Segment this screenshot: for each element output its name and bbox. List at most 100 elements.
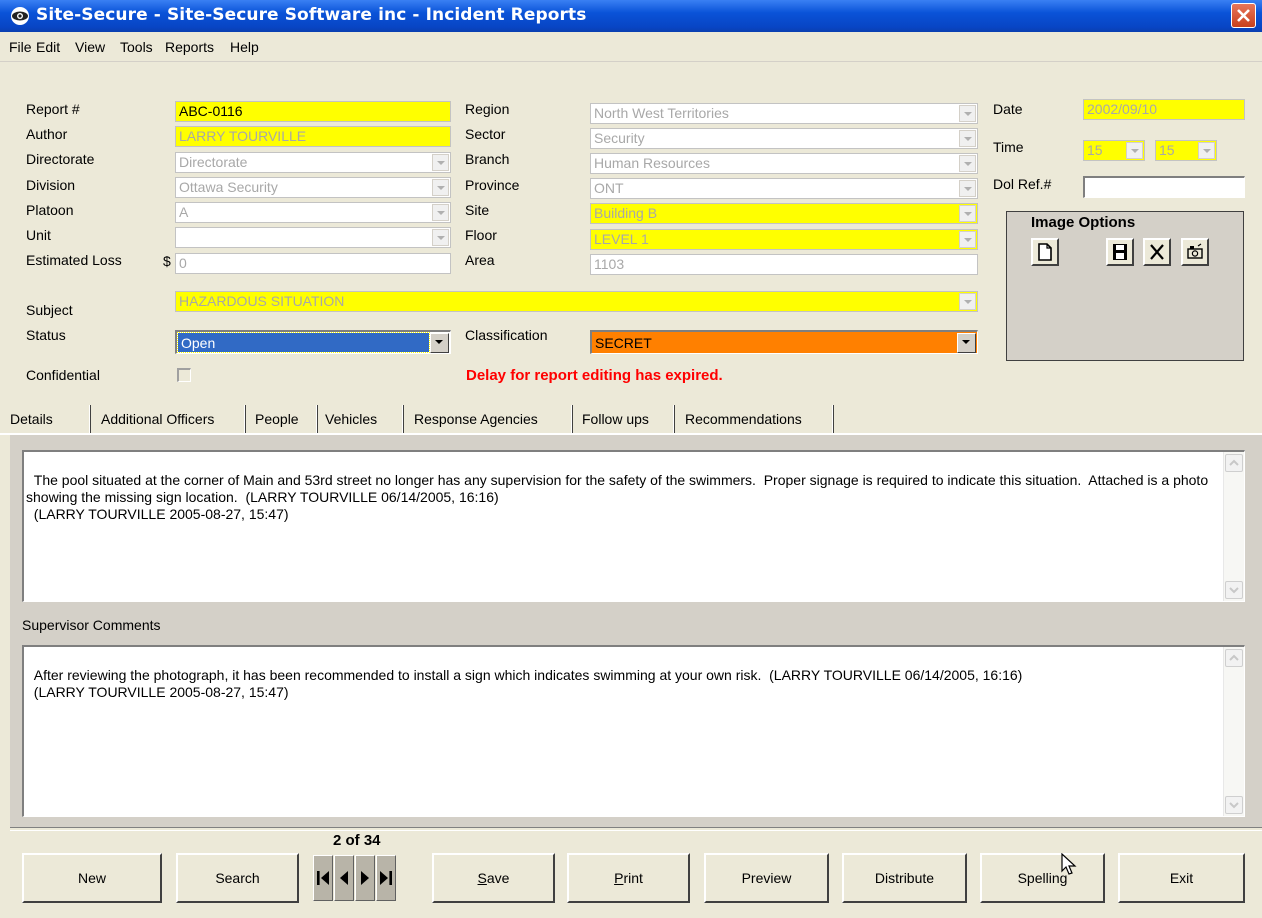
province-select[interactable]: ONT <box>590 178 978 199</box>
scroll-down-button[interactable] <box>1225 581 1243 599</box>
save-button[interactable]: Save <box>432 853 555 903</box>
region-label: Region <box>465 101 510 117</box>
date-field[interactable]: 2002/09/10 <box>1083 99 1245 120</box>
subject-value: HAZARDOUS SITUATION <box>179 293 345 309</box>
chevron-down-icon[interactable] <box>959 130 976 147</box>
confidential-checkbox[interactable] <box>177 368 191 382</box>
chevron-down-icon[interactable] <box>959 231 976 248</box>
chevron-down-icon[interactable] <box>959 105 976 122</box>
province-label: Province <box>465 177 520 193</box>
menu-file[interactable]: File <box>9 39 32 55</box>
scroll-up-button[interactable] <box>1225 454 1243 472</box>
save-label: ave <box>486 870 510 886</box>
classification-select[interactable]: SECRET <box>590 330 978 354</box>
division-label: Division <box>26 177 76 193</box>
time-hour-select[interactable]: 15 <box>1083 140 1145 161</box>
loss-currency-label: $ <box>163 253 171 269</box>
menu-help[interactable]: Help <box>230 39 259 55</box>
floor-value: LEVEL 1 <box>594 231 649 247</box>
tab-divider <box>244 405 246 433</box>
tab-additional-officers[interactable]: Additional Officers <box>101 405 214 433</box>
chevron-down-icon[interactable] <box>959 180 976 197</box>
new-image-button[interactable] <box>1031 238 1059 266</box>
site-label: Site <box>465 202 490 218</box>
status-select[interactable]: Open <box>175 330 451 354</box>
menu-edit[interactable]: Edit <box>36 39 60 55</box>
chevron-down-icon[interactable] <box>959 205 976 222</box>
previous-record-button[interactable] <box>334 855 354 901</box>
chevron-down-icon[interactable] <box>959 155 976 172</box>
directorate-select[interactable]: Directorate <box>175 152 451 173</box>
bottom-divider <box>10 827 1262 831</box>
details-textarea[interactable]: The pool situated at the corner of Main … <box>22 450 1245 602</box>
branch-label: Branch <box>465 151 510 167</box>
chevron-down-icon[interactable] <box>432 179 449 196</box>
menu-view[interactable]: View <box>75 39 105 55</box>
scroll-up-button[interactable] <box>1225 649 1243 667</box>
chevron-down-icon[interactable] <box>1198 142 1215 159</box>
close-button[interactable] <box>1231 3 1256 28</box>
report-number-field[interactable]: ABC-0116 <box>175 101 451 122</box>
menu-tools[interactable]: Tools <box>120 39 153 55</box>
estimated-loss-field[interactable]: 0 <box>175 253 451 274</box>
site-select[interactable]: Building B <box>590 203 978 224</box>
unit-select[interactable] <box>175 227 451 248</box>
view-image-button[interactable] <box>1181 238 1209 266</box>
chevron-down-icon[interactable] <box>959 293 976 310</box>
last-record-button[interactable] <box>376 855 396 901</box>
area-field[interactable]: 1103 <box>590 254 978 275</box>
chevron-down-icon[interactable] <box>432 204 449 221</box>
details-scrollbar[interactable] <box>1223 452 1244 601</box>
dol-ref-label: Dol Ref.# <box>993 176 1052 192</box>
print-button[interactable]: Print <box>567 853 690 903</box>
chevron-down-icon[interactable] <box>432 154 449 171</box>
tab-people[interactable]: People <box>255 405 299 433</box>
dol-ref-field[interactable] <box>1083 176 1245 198</box>
save-image-button[interactable] <box>1106 238 1134 266</box>
sector-select[interactable]: Security <box>590 128 978 149</box>
distribute-button[interactable]: Distribute <box>842 853 967 903</box>
tab-response-agencies[interactable]: Response Agencies <box>414 405 538 433</box>
tab-details[interactable]: Details <box>10 405 53 433</box>
chevron-up-icon <box>1229 654 1239 661</box>
next-record-button[interactable] <box>355 855 375 901</box>
site-value: Building B <box>594 205 658 221</box>
spelling-button[interactable]: Spelling <box>980 853 1105 903</box>
platoon-select[interactable]: A <box>175 202 451 223</box>
exit-button[interactable]: Exit <box>1118 853 1245 903</box>
time-label: Time <box>993 139 1024 155</box>
search-button[interactable]: Search <box>176 853 299 903</box>
chevron-down-icon[interactable] <box>430 333 449 353</box>
chevron-up-icon <box>1229 459 1239 466</box>
menu-reports[interactable]: Reports <box>165 39 214 55</box>
tab-vehicles[interactable]: Vehicles <box>325 405 377 433</box>
unit-label: Unit <box>26 227 51 243</box>
classification-value: SECRET <box>595 335 652 351</box>
chevron-down-icon[interactable] <box>1126 142 1143 159</box>
supervisor-scrollbar[interactable] <box>1223 647 1244 816</box>
tab-recommendations[interactable]: Recommendations <box>685 405 802 433</box>
image-options-title: Image Options <box>1031 214 1136 231</box>
time-minute-select[interactable]: 15 <box>1155 140 1217 161</box>
chevron-down-icon[interactable] <box>957 333 976 353</box>
branch-select[interactable]: Human Resources <box>590 153 978 174</box>
region-select[interactable]: North West Territories <box>590 103 978 124</box>
floor-select[interactable]: LEVEL 1 <box>590 229 978 250</box>
tab-follow-ups[interactable]: Follow ups <box>582 405 649 433</box>
chevron-down-icon[interactable] <box>432 229 449 246</box>
supervisor-comments-textarea[interactable]: After reviewing the photograph, it has b… <box>22 645 1245 817</box>
new-button[interactable]: New <box>22 853 162 903</box>
scroll-down-button[interactable] <box>1225 796 1243 814</box>
author-field[interactable]: LARRY TOURVILLE <box>175 126 451 147</box>
platoon-value: A <box>179 204 189 220</box>
first-record-button[interactable] <box>313 855 333 901</box>
floor-label: Floor <box>465 227 497 243</box>
subject-select[interactable]: HAZARDOUS SITUATION <box>175 291 978 312</box>
delete-image-button[interactable] <box>1143 238 1171 266</box>
tab-divider <box>89 405 91 433</box>
preview-button[interactable]: Preview <box>704 853 829 903</box>
first-record-icon <box>317 871 329 885</box>
division-select[interactable]: Ottawa Security <box>175 177 451 198</box>
time-hour-value: 15 <box>1087 142 1103 158</box>
tab-divider <box>673 405 675 433</box>
